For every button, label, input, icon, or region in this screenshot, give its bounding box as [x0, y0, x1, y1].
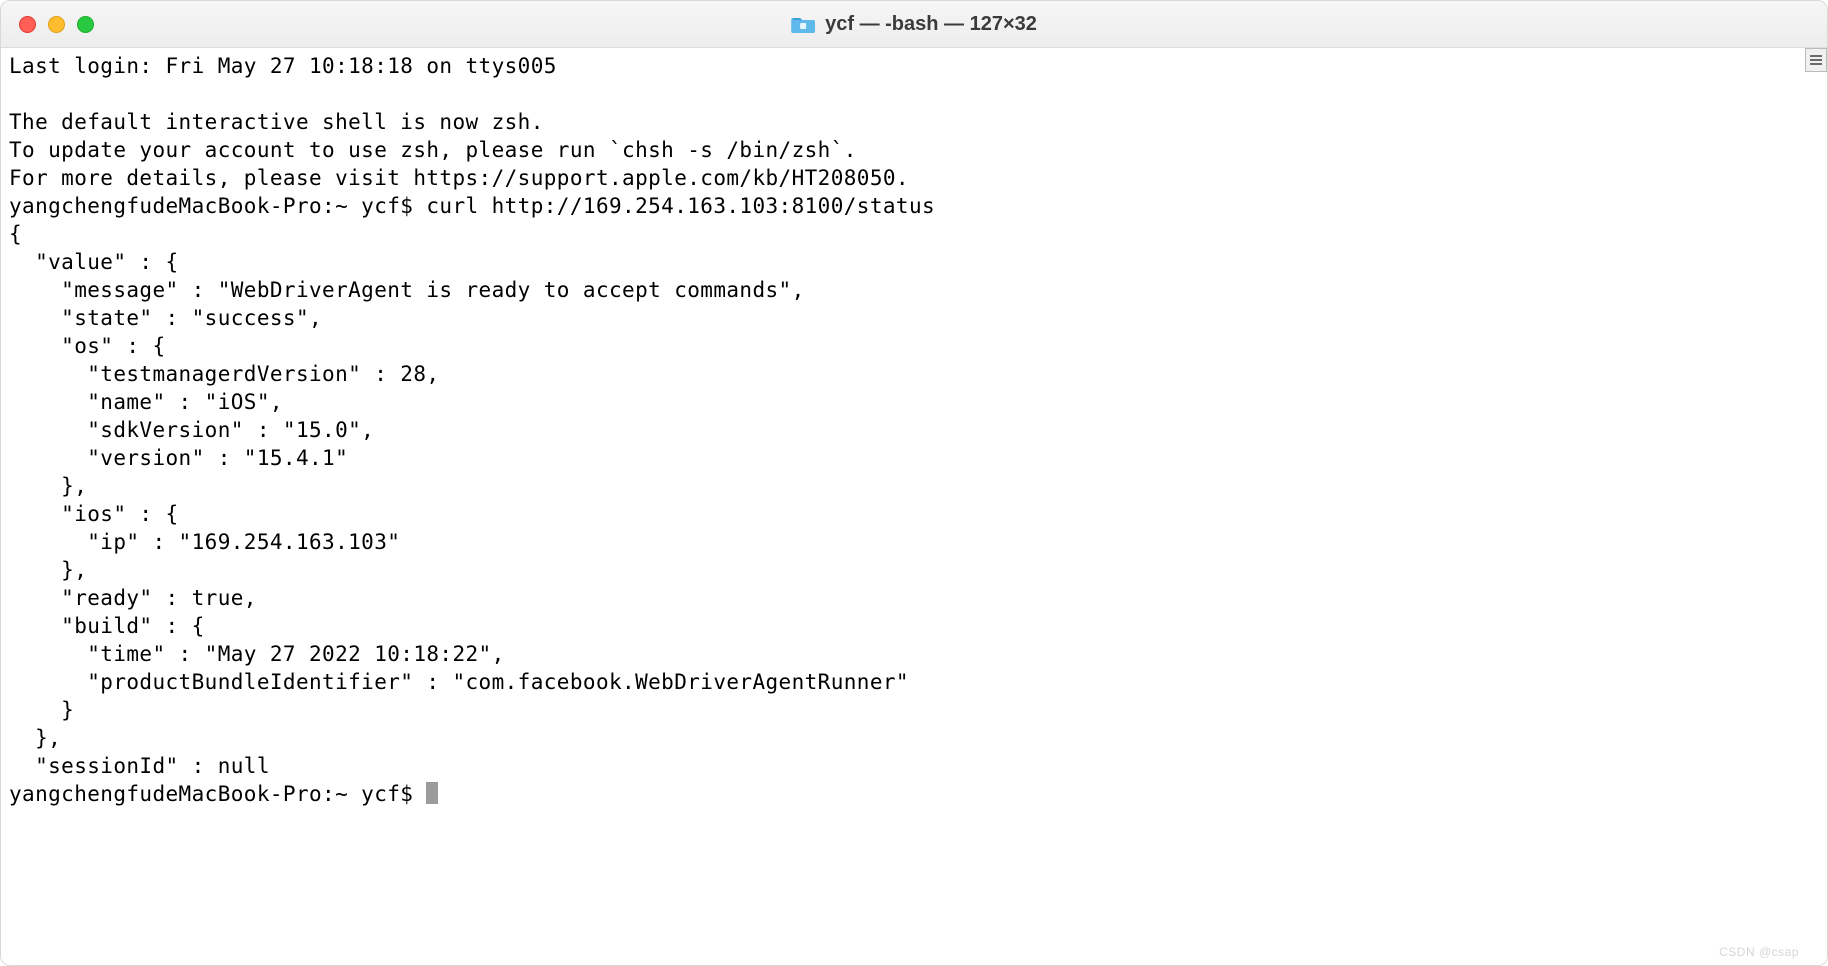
terminal-output[interactable]: Last login: Fri May 27 10:18:18 on ttys0…	[1, 48, 1827, 812]
terminal-window: ycf — -bash — 127×32 Last login: Fri May…	[0, 0, 1828, 966]
watermark: CSDN @csap	[1719, 945, 1799, 959]
close-button[interactable]	[19, 16, 36, 33]
folder-icon	[791, 14, 815, 34]
terminal-body[interactable]: Last login: Fri May 27 10:18:18 on ttys0…	[1, 48, 1827, 965]
hamburger-icon	[1810, 55, 1822, 65]
zoom-button[interactable]	[77, 16, 94, 33]
window-title-group: ycf — -bash — 127×32	[791, 13, 1037, 36]
minimize-button[interactable]	[48, 16, 65, 33]
scroll-options-button[interactable]	[1805, 48, 1827, 72]
scroll-track[interactable]	[1805, 72, 1827, 965]
cursor	[426, 782, 438, 804]
scrollbar[interactable]	[1805, 48, 1827, 965]
traffic-lights	[19, 16, 94, 33]
window-title: ycf — -bash — 127×32	[825, 13, 1037, 36]
titlebar: ycf — -bash — 127×32	[1, 1, 1827, 48]
